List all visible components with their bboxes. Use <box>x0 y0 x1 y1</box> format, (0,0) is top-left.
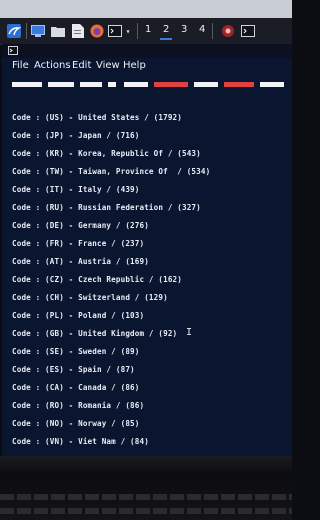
output-line: Code : (DE) - Germany / (276) <box>12 221 149 230</box>
output-line: Code : (CZ) - Czech Republic / (162) <box>12 275 182 284</box>
output-line: Code : (PL) - Poland / (103) <box>12 311 145 320</box>
keyboard-edge <box>0 508 292 514</box>
output-line: Code : (AT) - Austria / (169) <box>12 257 149 266</box>
menu-help[interactable]: Help <box>123 60 146 71</box>
output-line: Code : (US) - United States / (1792) <box>12 113 182 122</box>
output-line: Code : (ES) - Spain / (87) <box>12 365 135 374</box>
terminal-icon[interactable] <box>107 21 123 41</box>
panel-separator <box>212 23 213 39</box>
workspace-2[interactable]: 2 <box>159 24 173 40</box>
terminal-window-icon[interactable] <box>240 21 256 41</box>
chevron-down-icon[interactable]: ▾ <box>123 21 133 41</box>
output-line: Code : (IT) - Italy / (439) <box>12 185 140 194</box>
output-line: Code : (JP) - Japan / (716) <box>12 131 140 140</box>
terminal-titlebar[interactable] <box>2 44 292 58</box>
terminal-title-icon <box>8 46 18 55</box>
screen-top-edge <box>0 0 292 18</box>
workspace-3[interactable]: 3 <box>181 24 187 35</box>
output-line: Code : (RU) - Russian Federation / (327) <box>12 203 201 212</box>
monitor-bezel <box>0 456 292 520</box>
output-line: Code : (VN) - Viet Nam / (84) <box>12 437 149 446</box>
output-line: Code : (NO) - Norway / (85) <box>12 419 140 428</box>
menu-view[interactable]: View <box>96 60 120 71</box>
top-panel: ▾ 1 2 3 4 <box>0 18 292 45</box>
terminal-menubar: File Actions Edit View Help <box>2 58 292 74</box>
output-line: Code : (KR) - Korea, Republic Of / (543) <box>12 149 201 158</box>
output-line: Code : (TW) - Taiwan, Province Of / (534… <box>12 167 211 176</box>
panel-separator <box>26 23 27 39</box>
panel-separator <box>137 23 138 39</box>
text-editor-icon[interactable] <box>70 21 86 41</box>
output-line: Code : (CA) - Canada / (86) <box>12 383 140 392</box>
menu-file[interactable]: File <box>12 60 29 71</box>
output-line: Code : (FR) - France / (237) <box>12 239 145 248</box>
terminal-window[interactable]: File Actions Edit View Help Code : (US) … <box>2 44 292 456</box>
workspace-1[interactable]: 1 <box>145 24 151 35</box>
desktop-icon[interactable] <box>30 21 46 41</box>
output-line: Code : (SE) - Sweden / (89) <box>12 347 140 356</box>
kali-menu-icon[interactable] <box>5 21 23 41</box>
file-manager-icon[interactable] <box>50 21 66 41</box>
output-line: Code : (GB) - United Kingdom / (92) <box>12 329 178 338</box>
output-line: Code : (CH) - Switzerland / (129) <box>12 293 168 302</box>
firefox-icon[interactable] <box>89 21 105 41</box>
workspace-4[interactable]: 4 <box>199 24 205 35</box>
text-cursor-icon: I <box>186 327 193 338</box>
menu-actions[interactable]: Actions <box>34 60 71 71</box>
app-icon-red[interactable] <box>220 21 236 41</box>
menu-edit[interactable]: Edit <box>72 60 91 71</box>
output-line: Code : (RO) - Romania / (86) <box>12 401 145 410</box>
ascii-banner <box>12 74 292 92</box>
keyboard-edge <box>0 494 292 500</box>
